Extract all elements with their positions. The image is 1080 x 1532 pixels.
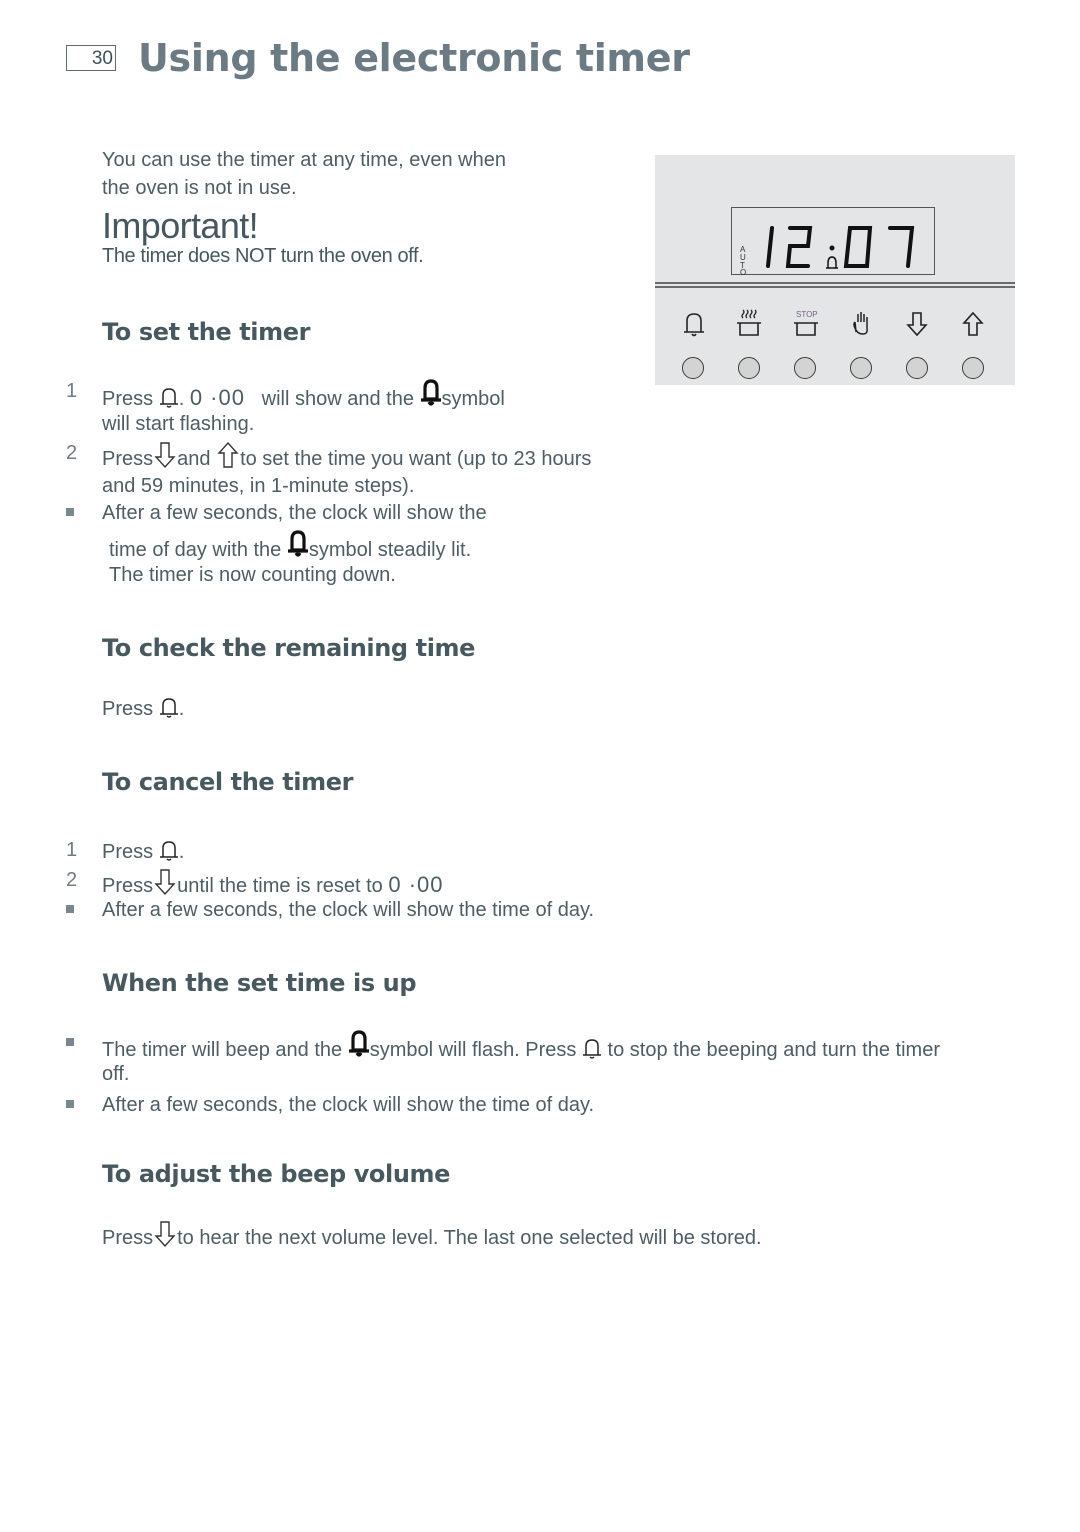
step-text: to stop the beeping and turn the timer (607, 1039, 940, 1061)
cancel-step-1: Press . (102, 838, 184, 866)
check-time-text: Press . (102, 695, 184, 723)
step-number: 1 (66, 839, 78, 861)
oven-control-panel: AUTO STOP (655, 155, 1015, 385)
heading-cancel-timer: To cancel the timer (102, 768, 354, 796)
step-text: until the time is reset to (177, 875, 383, 897)
set-bullet-line-3: The timer is now counting down. (109, 564, 396, 586)
step-text: Press (102, 448, 154, 470)
time-up-bullet-1: The timer will beep and the symbol will … (102, 1030, 940, 1064)
display-value: 0 ·00 (189, 385, 245, 410)
bell-outline-icon (159, 841, 178, 861)
svg-text:O: O (740, 268, 746, 276)
time-up-bullet-1-line-2: off. (102, 1063, 130, 1085)
stop-label: STOP (796, 310, 818, 319)
bell-outline-icon (582, 1039, 601, 1059)
display-value: 0 ·00 (388, 872, 444, 897)
down-button[interactable] (906, 357, 928, 379)
step-number: 2 (66, 869, 78, 891)
bell-outline-icon (159, 698, 178, 718)
heading-beep-volume: To adjust the beep volume (102, 1160, 451, 1188)
step-text: to hear the next volume level. The last … (177, 1227, 762, 1249)
intro-line-2: the oven is not in use. (102, 177, 297, 199)
heading-check-time: To check the remaining time (102, 634, 476, 662)
step-text: Press (102, 388, 154, 410)
set-bullet-line-2: time of day with the symbol steadily lit… (109, 530, 471, 564)
step-text: Press (102, 1227, 154, 1249)
step-text: The timer will beep and the (102, 1039, 343, 1061)
step-text: Press (102, 841, 154, 863)
arrow-up-icon (217, 441, 239, 468)
step-text: . (178, 698, 185, 720)
heading-time-up: When the set time is up (102, 969, 417, 997)
step-text: symbol will flash. Press (369, 1039, 577, 1061)
bullet-marker (66, 905, 74, 913)
step-text: Press (102, 698, 154, 720)
bell-icon (684, 313, 704, 337)
step-text: symbol steadily lit. (308, 539, 472, 561)
pot-steam-icon (737, 309, 761, 336)
lcd-digits (766, 226, 915, 268)
pot-stop-icon: STOP (794, 310, 818, 336)
step-text: and (177, 448, 211, 470)
bell-filled-icon (348, 1030, 369, 1057)
page-number: 30 (66, 45, 116, 71)
arrow-up-icon (962, 311, 984, 336)
step-text: will show and the (261, 388, 414, 410)
page-title: Using the electronic timer (138, 36, 690, 80)
arrow-down-icon (906, 312, 928, 337)
time-up-bullet-2: After a few seconds, the clock will show… (102, 1094, 595, 1116)
lcd-bell-icon (826, 256, 838, 269)
important-label: Important! (102, 205, 259, 246)
bullet-marker (66, 1038, 74, 1046)
bullet-marker (66, 508, 74, 516)
set-step-2: Press and to set the time you want (up to… (102, 441, 591, 473)
set-step-1: Press . 0 ·00 will show and the symbol (102, 379, 505, 413)
beep-volume-text: Press to hear the next volume level. The … (102, 1220, 762, 1252)
intro-line-1: You can use the timer at any time, even … (102, 149, 506, 171)
up-button[interactable] (962, 357, 984, 379)
hand-icon (853, 312, 868, 335)
bell-filled-icon (420, 379, 441, 406)
arrow-down-icon (154, 442, 176, 469)
set-bullet-line-1: After a few seconds, the clock will show… (102, 502, 487, 524)
step-text: . (178, 841, 185, 863)
important-note: The timer does NOT turn the oven off. (102, 245, 424, 267)
cancel-bullet: After a few seconds, the clock will show… (102, 899, 595, 921)
step-text: time of day with the (109, 539, 282, 561)
heading-set-timer: To set the timer (102, 318, 311, 346)
set-step-1-line-2: will start flashing. (102, 413, 255, 435)
arrow-down-icon (154, 1221, 176, 1248)
stop-time-button[interactable] (794, 357, 816, 379)
set-step-2-line-2: and 59 minutes, in 1-minute steps). (102, 475, 415, 497)
step-number: 1 (66, 380, 78, 402)
step-text: Press (102, 875, 154, 897)
step-text: . (178, 388, 190, 410)
lcd-time-readout: AUTO (740, 226, 915, 277)
step-text: to set the time you want (up to 23 hours (240, 448, 592, 470)
bullet-marker (66, 1100, 74, 1108)
bell-outline-icon (159, 388, 178, 408)
arrow-down-icon (154, 869, 176, 896)
auto-indicator: AUTO (740, 245, 746, 277)
bell-filled-icon (287, 530, 308, 557)
timer-button[interactable] (682, 357, 704, 379)
manual-button[interactable] (850, 357, 872, 379)
lcd-display: AUTO (731, 207, 935, 277)
step-text: symbol (441, 388, 505, 410)
step-number: 2 (66, 442, 78, 464)
cooking-time-button[interactable] (738, 357, 760, 379)
